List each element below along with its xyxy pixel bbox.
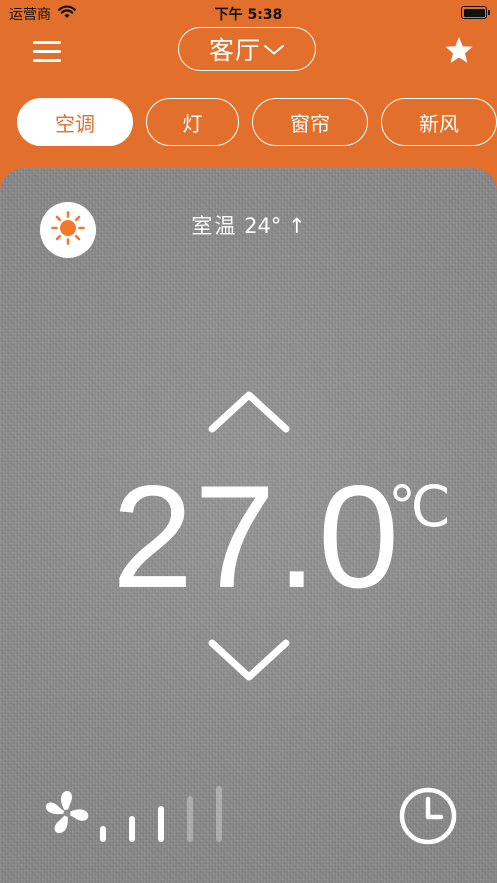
fan-button[interactable] xyxy=(42,788,92,842)
temp-up-button[interactable] xyxy=(208,390,290,438)
fan-level-1[interactable] xyxy=(100,826,106,842)
fan-level-4[interactable] xyxy=(187,796,193,842)
setpoint-temperature: 27.0 xyxy=(112,455,401,618)
fan-level-5[interactable] xyxy=(216,786,222,842)
menu-button[interactable] xyxy=(33,38,63,62)
favorite-button[interactable] xyxy=(444,36,474,68)
chevron-down-icon xyxy=(208,639,290,686)
chevron-down-icon xyxy=(263,41,285,60)
climate-panel: 室温 24° ↑ 27.0 ℃ xyxy=(0,168,497,883)
status-bar: 运营商 下午 5:38 xyxy=(0,0,497,26)
fan-icon xyxy=(42,790,92,842)
fan-speed-levels xyxy=(100,786,230,842)
temperature-unit: ℃ xyxy=(388,475,451,538)
tab-light[interactable]: 灯 xyxy=(146,98,239,146)
room-name: 客厅 xyxy=(208,36,261,65)
status-time: 下午 5:38 xyxy=(214,7,283,23)
fan-level-2[interactable] xyxy=(129,816,135,842)
clock-icon xyxy=(398,787,458,850)
room-temperature: 室温 24° ↑ xyxy=(0,210,497,240)
star-icon xyxy=(444,37,474,68)
room-temp-trend-icon: ↑ xyxy=(288,214,306,238)
tab-curtain[interactable]: 窗帘 xyxy=(252,98,368,146)
fan-level-3[interactable] xyxy=(158,806,164,842)
timer-button[interactable] xyxy=(398,786,458,850)
battery-icon xyxy=(461,6,490,19)
tab-air-conditioner[interactable]: 空调 xyxy=(17,98,133,146)
tab-fresh-air[interactable]: 新风 xyxy=(381,98,497,146)
room-selector[interactable]: 客厅 xyxy=(178,27,316,71)
room-temp-value: 24° xyxy=(244,214,282,238)
device-tabs: 空调 灯 窗帘 新风 xyxy=(0,98,497,146)
temp-down-button[interactable] xyxy=(208,638,290,686)
room-temp-label: 室温 xyxy=(191,214,238,238)
chevron-up-icon xyxy=(208,391,290,438)
